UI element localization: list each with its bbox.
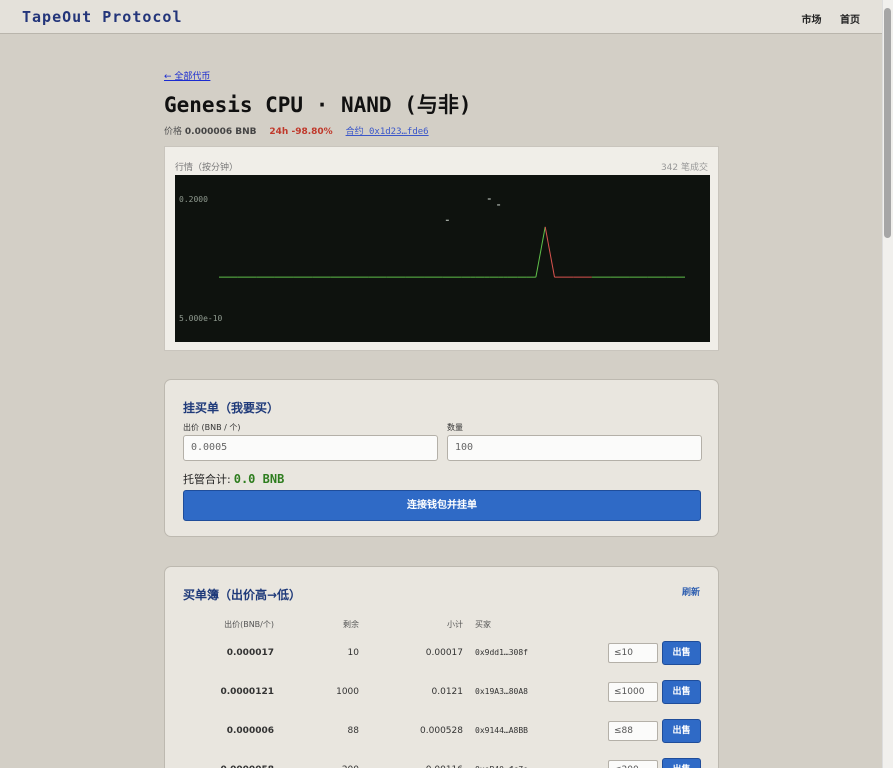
contract-link[interactable]: 合约 0x1d23…fde6 [346, 127, 429, 137]
row-price: 0.0000121 [220, 686, 274, 697]
order-book-title: 买单簿（出价高→低） [183, 588, 302, 602]
order-book-header-row: 出价(BNB/个) 剩余 小计 买家 [183, 615, 701, 633]
row-remaining: 88 [347, 725, 359, 736]
price-chart: 0.2000 5.000e-10 [175, 175, 710, 342]
row-actions: ≤88 出售 [603, 711, 701, 750]
row-actions: ≤200 出售 [603, 750, 701, 768]
table-row: 0.0000121 1000 0.0121 0x19A3…80A8 ≤1000 出… [183, 672, 701, 711]
refresh-button[interactable]: 刷新 [682, 585, 700, 598]
buy-panel-title: 挂买单（我要买） [183, 401, 280, 415]
sell-quantity-input[interactable]: ≤1000 [608, 681, 658, 702]
price-label: 价格 [164, 127, 183, 137]
escrow-total-value: 0.0 BNB [233, 472, 285, 486]
buy-order-panel: 挂买单（我要买） 出价 (BNB / 个) 数量 0.0005 100 托管合计… [164, 379, 719, 537]
row-subtotal: 0.0121 [431, 686, 464, 697]
row-actions: ≤1000 出售 [603, 672, 701, 711]
sell-button[interactable]: 出售 [662, 757, 701, 768]
brand-logo[interactable]: TapeOut Protocol [22, 8, 183, 26]
connect-wallet-place-order-button[interactable]: 连接钱包并挂单 [183, 490, 701, 521]
price-value: 0.000006 BNB [184, 127, 257, 137]
order-book-table: 出价(BNB/个) 剩余 小计 买家 0.000017 10 0.00017 0… [183, 615, 701, 768]
column-header-remaining: 剩余 [343, 619, 359, 629]
row-actions: ≤10 出售 [603, 633, 701, 672]
quantity-input[interactable]: 100 [447, 435, 702, 461]
page-scrollbar[interactable] [882, 0, 893, 768]
sell-quantity-input[interactable]: ≤10 [608, 642, 658, 663]
row-remaining: 200 [274, 750, 359, 768]
sell-quantity-input[interactable]: ≤88 [608, 720, 658, 741]
row-remaining: 10 [347, 647, 359, 658]
row-price: 0.000006 [226, 725, 274, 736]
token-title: Genesis CPU · NAND (与非) [164, 93, 472, 117]
quantity-label: 数量 [447, 423, 463, 432]
sell-quantity-input[interactable]: ≤200 [608, 759, 658, 768]
bid-price-label: 出价 (BNB / 个) [183, 423, 241, 432]
sell-button[interactable]: 出售 [662, 640, 701, 665]
back-to-all-tokens-link[interactable]: ← 全部代币 [164, 69, 210, 82]
order-book-panel: 买单簿（出价高→低） 刷新 出价(BNB/个) 剩余 小计 买家 0.00001… [164, 566, 719, 768]
chart-line-segment [544, 226, 556, 278]
bid-price-input[interactable]: 0.0005 [183, 435, 438, 461]
chart-label: 行情（按分钟） [175, 163, 239, 173]
top-nav: 市场 首页 [787, 11, 860, 26]
escrow-total-label: 托管合计: [183, 473, 231, 486]
row-subtotal: 0.000528 [420, 725, 463, 736]
nav-market-link[interactable]: 市场 [802, 15, 822, 26]
row-buyer: 0x9144…A8BB [475, 726, 528, 735]
table-row: 0.000017 10 0.00017 0x9dd1…308f ≤10 出售 [183, 633, 701, 672]
token-meta: 价格 0.000006 BNB 24h -98.80% 合约 0x1d23…fd… [164, 124, 429, 137]
column-header-action [603, 615, 701, 633]
column-header-price: 出价(BNB/个) [224, 619, 274, 629]
row-buyer: 0x19A3…80A8 [475, 687, 528, 696]
nav-home-link[interactable]: 首页 [840, 15, 860, 26]
row-price: 0.000017 [226, 647, 274, 658]
row-buyer: 0xeB40…fc7e [463, 750, 603, 768]
row-price: 0.0000058 [183, 750, 274, 768]
row-buyer: 0x9dd1…308f [475, 648, 528, 657]
y-tick-label-bottom: 5.000e-10 [179, 314, 223, 323]
row-subtotal: 0.00017 [425, 647, 463, 658]
price-chart-card: 行情（按分钟） 342 笔成交 0.2000 5.000e-10 [164, 146, 719, 351]
column-header-buyer: 买家 [475, 619, 491, 629]
y-tick-label-top: 0.2000 [179, 195, 208, 204]
column-header-subtotal: 小计 [447, 619, 463, 629]
top-bar: TapeOut Protocol 市场 首页 [0, 0, 882, 34]
change-24h: 24h -98.80% [269, 127, 333, 137]
price-chart-svg: 0.2000 5.000e-10 [179, 195, 685, 323]
row-subtotal: 0.00116 [359, 750, 463, 768]
escrow-total: 托管合计: 0.0 BNB [183, 471, 284, 487]
sell-button[interactable]: 出售 [662, 679, 701, 704]
trade-count: 342 笔成交 [660, 163, 708, 173]
table-row: 0.000006 88 0.000528 0x9144…A8BB ≤88 出售 [183, 711, 701, 750]
table-row: 0.0000058 200 0.00116 0xeB40…fc7e ≤200 出售 [183, 750, 701, 768]
chart-line-segment [535, 226, 546, 278]
scrollbar-thumb[interactable] [884, 8, 891, 238]
row-remaining: 1000 [336, 686, 359, 697]
sell-button[interactable]: 出售 [662, 718, 701, 743]
